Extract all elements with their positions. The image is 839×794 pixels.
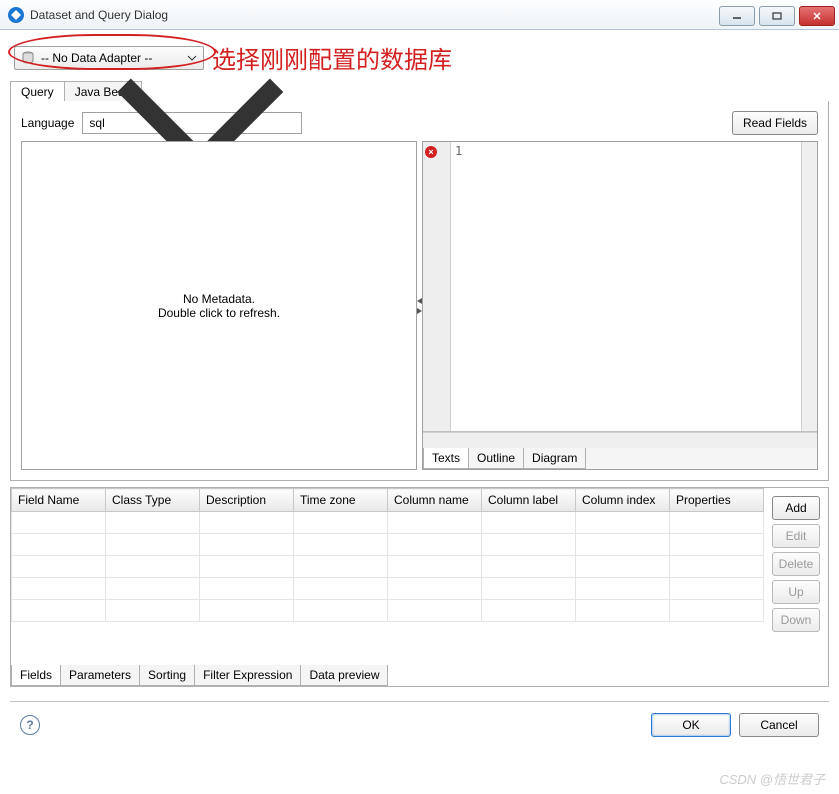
language-label: Language bbox=[21, 116, 74, 130]
delete-button[interactable]: Delete bbox=[772, 552, 820, 576]
table-row[interactable] bbox=[12, 512, 764, 534]
tab-filter-expression[interactable]: Filter Expression bbox=[194, 665, 301, 686]
tab-parameters[interactable]: Parameters bbox=[60, 665, 140, 686]
read-fields-button[interactable]: Read Fields bbox=[732, 111, 818, 135]
editor-horizontal-scrollbar[interactable] bbox=[423, 432, 817, 448]
ok-button[interactable]: OK bbox=[651, 713, 731, 737]
cancel-button[interactable]: Cancel bbox=[739, 713, 819, 737]
watermark: CSDN @悟世君子 bbox=[719, 769, 825, 788]
maximize-button[interactable] bbox=[759, 6, 795, 26]
language-value: sql bbox=[89, 116, 104, 130]
tab-sorting[interactable]: Sorting bbox=[139, 665, 195, 686]
language-combo[interactable]: sql bbox=[82, 112, 302, 134]
table-row[interactable] bbox=[12, 534, 764, 556]
col-class-type[interactable]: Class Type bbox=[106, 489, 200, 512]
window-title: Dataset and Query Dialog bbox=[30, 8, 168, 22]
metadata-msg-2: Double click to refresh. bbox=[158, 306, 280, 320]
tab-data-preview[interactable]: Data preview bbox=[300, 665, 388, 686]
table-row[interactable] bbox=[12, 578, 764, 600]
fields-table[interactable]: Field Name Class Type Description Time z… bbox=[11, 488, 764, 622]
editor-line-number: 1 bbox=[451, 142, 801, 431]
tab-texts[interactable]: Texts bbox=[423, 448, 469, 469]
tab-fields[interactable]: Fields bbox=[11, 665, 61, 686]
col-column-index[interactable]: Column index bbox=[576, 489, 670, 512]
app-icon bbox=[8, 7, 24, 23]
error-icon: × bbox=[425, 146, 437, 158]
metadata-msg-1: No Metadata. bbox=[183, 292, 255, 306]
col-field-name[interactable]: Field Name bbox=[12, 489, 106, 512]
table-row[interactable] bbox=[12, 600, 764, 622]
editor-gutter: × bbox=[423, 142, 451, 431]
col-time-zone[interactable]: Time zone bbox=[294, 489, 388, 512]
tab-outline[interactable]: Outline bbox=[468, 448, 524, 469]
edit-button[interactable]: Edit bbox=[772, 524, 820, 548]
table-row[interactable] bbox=[12, 556, 764, 578]
up-button[interactable]: Up bbox=[772, 580, 820, 604]
col-column-name[interactable]: Column name bbox=[388, 489, 482, 512]
editor-vertical-scrollbar[interactable] bbox=[801, 142, 817, 431]
help-button[interactable]: ? bbox=[20, 715, 40, 735]
tab-query[interactable]: Query bbox=[10, 81, 65, 101]
down-button[interactable]: Down bbox=[772, 608, 820, 632]
minimize-button[interactable] bbox=[719, 6, 755, 26]
tab-diagram[interactable]: Diagram bbox=[523, 448, 586, 469]
metadata-pane[interactable]: No Metadata. Double click to refresh. bbox=[21, 141, 417, 470]
query-editor[interactable]: × 1 bbox=[423, 142, 817, 432]
close-button[interactable] bbox=[799, 6, 835, 26]
add-button[interactable]: Add bbox=[772, 496, 820, 520]
title-bar: Dataset and Query Dialog bbox=[0, 0, 839, 30]
col-properties[interactable]: Properties bbox=[670, 489, 764, 512]
col-description[interactable]: Description bbox=[200, 489, 294, 512]
database-icon bbox=[21, 51, 35, 65]
col-column-label[interactable]: Column label bbox=[482, 489, 576, 512]
